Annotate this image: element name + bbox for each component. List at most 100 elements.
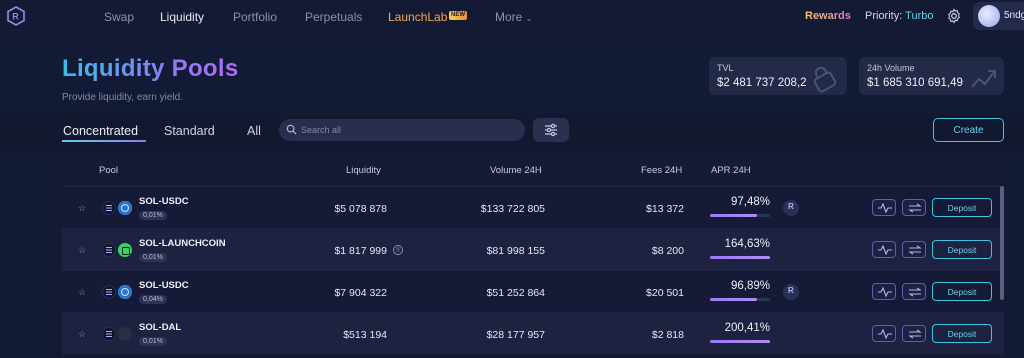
- apr-bar: [710, 340, 770, 343]
- raydium-logo-icon[interactable]: R: [6, 6, 26, 26]
- table-row[interactable]: ☆ SOL-USDC 0,01% $5 078 878 $133 722 805…: [62, 186, 1004, 228]
- scrollbar[interactable]: [1000, 186, 1004, 300]
- activity-icon: [878, 329, 892, 339]
- usdc-token-icon: [118, 201, 132, 215]
- sol-token-icon: [102, 201, 116, 215]
- deposit-button[interactable]: Deposit: [932, 198, 992, 217]
- deposit-button[interactable]: Deposit: [932, 240, 992, 259]
- nav-more[interactable]: More ⌄: [495, 10, 532, 24]
- apr-bar-fill: [710, 214, 757, 217]
- fee-badge: 0,01%: [139, 211, 167, 220]
- apr-bar: [710, 256, 770, 259]
- chart-button[interactable]: [872, 325, 896, 342]
- apr-value: 97,48%: [730, 196, 770, 208]
- deposit-button[interactable]: Deposit: [932, 324, 992, 343]
- tvl-value: $2 481 737 208,2: [717, 77, 807, 89]
- nav-liquidity[interactable]: Liquidity: [160, 10, 204, 24]
- liquidity-value: $5 078 878: [334, 203, 387, 215]
- fee-badge: 0,04%: [139, 295, 167, 304]
- header-fees[interactable]: Fees 24H: [641, 165, 682, 176]
- header-volume[interactable]: Volume 24H: [490, 165, 542, 176]
- header-liquidity[interactable]: Liquidity: [346, 165, 381, 176]
- fees-value: $20 501: [646, 287, 684, 299]
- volume-label: 24h Volume: [867, 63, 915, 73]
- table-row[interactable]: ☆ SOL-DAL 0,01% $513 194 $28 177 957 $2 …: [62, 312, 1004, 354]
- sol-token-icon: [102, 243, 116, 257]
- chart-button[interactable]: [872, 241, 896, 258]
- avatar: [978, 5, 1000, 27]
- star-icon[interactable]: ☆: [78, 287, 86, 298]
- usdc-token-icon: [118, 285, 132, 299]
- star-icon[interactable]: ☆: [78, 245, 86, 256]
- tvl-label: TVL: [717, 63, 734, 73]
- apr-bar: [710, 214, 770, 217]
- chart-icon: [971, 70, 996, 88]
- pools-table: Pool Liquidity Volume 24H Fees 24H APR 2…: [62, 152, 1004, 358]
- fees-value: $2 818: [651, 329, 684, 341]
- liquidity-value: $7 904 322: [334, 287, 387, 299]
- chart-button[interactable]: [872, 283, 896, 300]
- liquidity-value: $513 194: [343, 329, 387, 341]
- deposit-button[interactable]: Deposit: [932, 282, 992, 301]
- sliders-icon: [545, 123, 557, 137]
- gear-icon[interactable]: [946, 8, 962, 24]
- tab-standard[interactable]: Standard: [164, 124, 215, 138]
- tvl-card: TVL $2 481 737 208,2: [709, 57, 847, 95]
- tab-concentrated[interactable]: Concentrated: [63, 124, 138, 138]
- table-row[interactable]: ☆ SOL-USDC 0,04% $7 904 322 $51 252 864 …: [62, 270, 1004, 312]
- star-icon[interactable]: ☆: [78, 203, 86, 214]
- launchcoin-token-icon: [118, 243, 132, 257]
- swap-arrows-icon: [908, 287, 922, 297]
- top-nav: R Swap Liquidity Portfolio Perpetuals La…: [0, 0, 1024, 34]
- fee-badge: 0,01%: [139, 337, 167, 346]
- rewards-link[interactable]: Rewards: [805, 10, 851, 22]
- chevron-down-icon: ⌄: [525, 14, 533, 23]
- activity-icon: [878, 203, 892, 213]
- tab-all[interactable]: All: [247, 124, 261, 138]
- star-icon[interactable]: ☆: [78, 329, 86, 340]
- pool-name: SOL-LAUNCHCOIN: [139, 238, 226, 249]
- lock-icon: [813, 66, 837, 93]
- header-apr[interactable]: APR 24H: [711, 165, 751, 176]
- dal-token-icon: [118, 327, 132, 341]
- search-input[interactable]: [301, 122, 516, 138]
- nav-more-label: More: [495, 10, 523, 24]
- priority-label: Priority:: [865, 10, 903, 22]
- swap-button[interactable]: [902, 325, 926, 342]
- apr-bar-fill: [710, 340, 770, 343]
- activity-icon: [878, 287, 892, 297]
- swap-arrows-icon: [908, 203, 922, 213]
- table-row[interactable]: ☆ SOL-LAUNCHCOIN 0,01% $1 817 999 ◎ $81 …: [62, 228, 1004, 270]
- priority-selector[interactable]: Priority: Turbo: [865, 10, 933, 22]
- volume-value: $1 685 310 691,49: [867, 77, 963, 89]
- sol-token-icon: [102, 327, 116, 341]
- create-button[interactable]: Create: [933, 118, 1004, 142]
- swap-button[interactable]: [902, 199, 926, 216]
- fees-value: $8 200: [651, 245, 684, 257]
- wallet-button[interactable]: 5ndg: [973, 2, 1024, 30]
- page-subtitle: Provide liquidity, earn yield.: [62, 92, 183, 103]
- filter-button[interactable]: [533, 118, 569, 142]
- chart-button[interactable]: [872, 199, 896, 216]
- search-box: [279, 119, 525, 141]
- header-pool[interactable]: Pool: [99, 165, 118, 176]
- nav-portfolio[interactable]: Portfolio: [233, 10, 277, 24]
- nav-swap[interactable]: Swap: [104, 10, 134, 24]
- tab-underline: [62, 140, 146, 142]
- nav-perpetuals[interactable]: Perpetuals: [305, 10, 362, 24]
- liquidity-value: $1 817 999: [334, 245, 387, 257]
- pool-name: SOL-DAL: [139, 322, 182, 333]
- swap-button[interactable]: [902, 241, 926, 258]
- volume-value: $133 722 805: [480, 203, 545, 215]
- search-icon: [286, 124, 297, 135]
- swap-button[interactable]: [902, 283, 926, 300]
- info-icon[interactable]: ◎: [393, 245, 403, 255]
- priority-value: Turbo: [905, 10, 934, 22]
- apr-value: 200,41%: [724, 322, 770, 334]
- volume-card: 24h Volume $1 685 310 691,49: [859, 57, 1004, 95]
- swap-arrows-icon: [908, 329, 922, 339]
- nav-launchlab[interactable]: LaunchLab: [388, 10, 447, 24]
- pool-name: SOL-USDC: [139, 280, 189, 291]
- new-badge: NEW: [449, 11, 467, 20]
- apr-value: 96,89%: [730, 280, 770, 292]
